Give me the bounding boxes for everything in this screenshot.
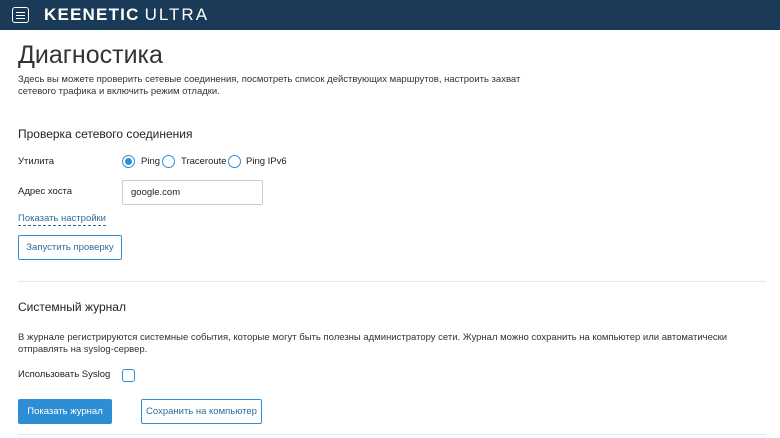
connection-check-title: Проверка сетевого соединения <box>18 127 193 141</box>
radio-ping-ipv6[interactable] <box>228 155 241 168</box>
radio-ping-ipv6-label[interactable]: Ping IPv6 <box>246 156 287 168</box>
top-bar: KEENETIC ULTRA <box>0 0 780 30</box>
brand-logo: KEENETIC ULTRA <box>44 5 209 25</box>
brand-name-bold: KEENETIC <box>44 5 140 24</box>
page-description: Здесь вы можете проверить сетевые соедин… <box>18 74 521 97</box>
brand-name-light: ULTRA <box>144 5 210 24</box>
radio-traceroute-label[interactable]: Traceroute <box>181 156 227 168</box>
radio-ping-label[interactable]: Ping <box>141 156 160 168</box>
use-syslog-label: Использовать Syslog <box>18 369 111 380</box>
radio-ping[interactable] <box>122 155 135 168</box>
system-log-title: Системный журнал <box>18 300 126 314</box>
host-address-label: Адрес хоста <box>18 186 73 197</box>
bottom-divider <box>18 434 766 435</box>
use-syslog-checkbox[interactable] <box>122 369 135 382</box>
show-settings-link[interactable]: Показать настройки <box>18 213 106 226</box>
page-title: Диагностика <box>18 41 163 69</box>
hamburger-menu-icon[interactable] <box>12 7 29 23</box>
show-log-button[interactable]: Показать журнал <box>18 399 112 424</box>
section-divider <box>18 281 766 282</box>
save-to-computer-button[interactable]: Сохранить на компьютер <box>141 399 262 424</box>
run-check-button[interactable]: Запустить проверку <box>18 235 122 260</box>
system-log-description: В журнале регистрируются системные событ… <box>18 332 728 355</box>
host-address-input[interactable]: google.com <box>122 180 263 205</box>
radio-traceroute[interactable] <box>162 155 175 168</box>
utility-label: Утилита <box>18 156 55 167</box>
